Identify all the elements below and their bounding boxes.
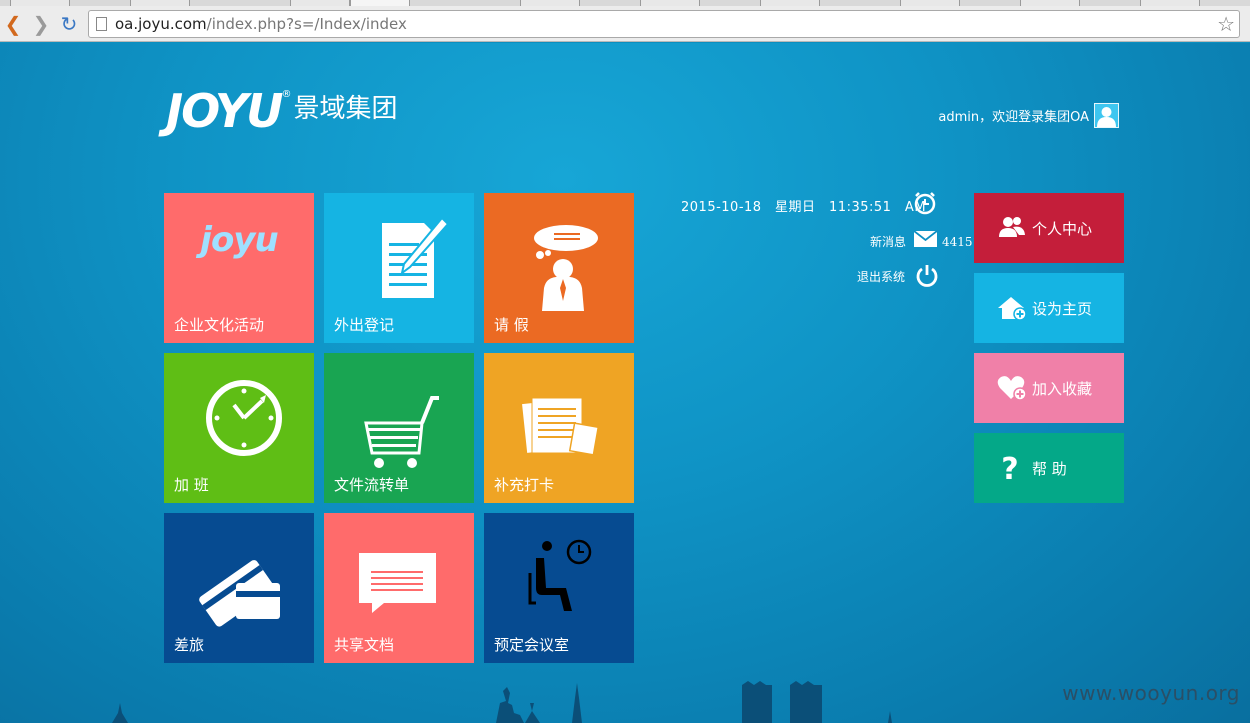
alarm-clock-icon bbox=[913, 191, 937, 215]
tile-label: 文件流转单 bbox=[334, 476, 410, 494]
tile-seated-person-clock[interactable]: 预定会议室 bbox=[484, 513, 634, 663]
current-datetime: 2015-10-18 星期日 11:35:51 AM bbox=[681, 200, 927, 215]
user-avatar-icon[interactable] bbox=[1094, 103, 1119, 128]
seated-person-clock-icon bbox=[484, 513, 634, 633]
papers-calculator-icon bbox=[484, 353, 634, 473]
company-logo: JOYU®景域集团 bbox=[166, 84, 398, 138]
watermark-text: www.wooyun.org bbox=[1062, 681, 1240, 705]
cards-icon bbox=[164, 513, 314, 633]
svg-text:joyu: joyu bbox=[195, 220, 278, 260]
power-icon[interactable] bbox=[915, 263, 939, 287]
logout-label[interactable]: 退出系统 bbox=[857, 268, 905, 285]
joyu-logo-icon: joyu bbox=[164, 193, 314, 313]
side-button-heart-add[interactable]: 加入收藏 bbox=[974, 353, 1124, 423]
side-button-label: 个人中心 bbox=[1032, 220, 1093, 238]
tile-label: 外出登记 bbox=[334, 316, 395, 334]
browser-toolbar: ❮ ❯ ↻ oa.joyu.com/index.php?s=/Index/ind… bbox=[0, 6, 1250, 42]
heart-add-icon bbox=[996, 373, 1028, 403]
tile-label: 补充打卡 bbox=[494, 476, 555, 494]
tile-joyu-logo[interactable]: joyu 企业文化活动 bbox=[164, 193, 314, 343]
logo-latin: JOYU bbox=[166, 84, 284, 138]
side-button-question[interactable]: ? 帮 助 bbox=[974, 433, 1124, 503]
document-pen-icon bbox=[324, 193, 474, 313]
tile-person-thinking[interactable]: 请 假 bbox=[484, 193, 634, 343]
side-button-label: 设为主页 bbox=[1032, 300, 1093, 318]
tile-clock[interactable]: 加 班 bbox=[164, 353, 314, 503]
svg-text:?: ? bbox=[1001, 453, 1018, 483]
tile-document-pen[interactable]: 外出登记 bbox=[324, 193, 474, 343]
reload-icon[interactable]: ↻ bbox=[58, 13, 80, 35]
bookmark-star-icon[interactable]: ☆ bbox=[1217, 12, 1235, 36]
clock-icon bbox=[164, 353, 314, 473]
address-bar[interactable]: oa.joyu.com/index.php?s=/Index/index ☆ bbox=[88, 10, 1240, 38]
tile-label: 共享文档 bbox=[334, 636, 395, 654]
back-arrow-icon[interactable]: ❮ bbox=[2, 13, 24, 35]
speech-bubble-icon bbox=[324, 513, 474, 633]
url-text[interactable]: oa.joyu.com/index.php?s=/Index/index bbox=[115, 15, 407, 33]
forward-arrow-icon[interactable]: ❯ bbox=[30, 13, 52, 35]
logo-cjk: 景域集团 bbox=[293, 94, 398, 124]
tile-label: 请 假 bbox=[494, 316, 529, 334]
side-button-label: 帮 助 bbox=[1032, 460, 1067, 478]
tile-shopping-cart[interactable]: 文件流转单 bbox=[324, 353, 474, 503]
new-message-label[interactable]: 新消息 bbox=[870, 233, 906, 250]
oa-page: JOYU®景域集团 admin，欢迎登录集团OA joyu 企业文化活动 外出登记 请… bbox=[0, 43, 1250, 723]
shopping-cart-icon bbox=[324, 353, 474, 473]
home-add-icon bbox=[996, 293, 1028, 323]
side-button-home-add[interactable]: 设为主页 bbox=[974, 273, 1124, 343]
tile-label: 加 班 bbox=[174, 476, 209, 494]
side-button-users[interactable]: 个人中心 bbox=[974, 193, 1124, 263]
page-icon bbox=[96, 17, 107, 31]
users-icon bbox=[996, 213, 1028, 243]
tile-label: 差旅 bbox=[174, 636, 205, 654]
tile-papers-calculator[interactable]: 补充打卡 bbox=[484, 353, 634, 503]
tile-label: 预定会议室 bbox=[494, 636, 570, 654]
side-button-label: 加入收藏 bbox=[1032, 380, 1093, 398]
person-thinking-icon bbox=[484, 193, 634, 313]
tile-cards[interactable]: 差旅 bbox=[164, 513, 314, 663]
question-icon: ? bbox=[996, 452, 1028, 487]
welcome-text: admin，欢迎登录集团OA bbox=[938, 110, 1089, 125]
tile-speech-bubble[interactable]: 共享文档 bbox=[324, 513, 474, 663]
mail-icon[interactable] bbox=[913, 230, 938, 247]
tile-label: 企业文化活动 bbox=[174, 316, 265, 334]
